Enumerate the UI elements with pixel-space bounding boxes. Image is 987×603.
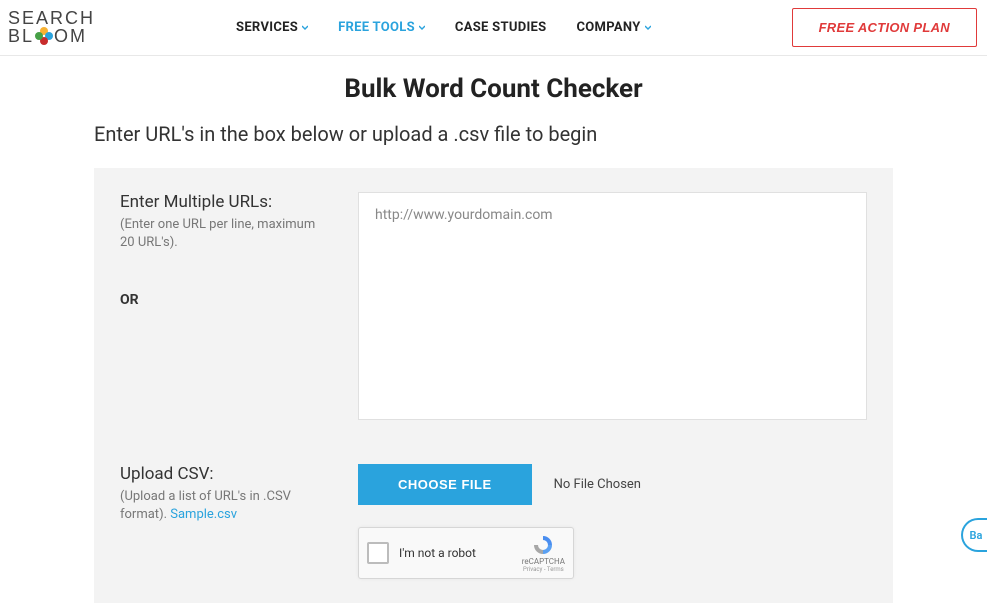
file-status: No File Chosen: [554, 477, 641, 492]
recaptcha-widget[interactable]: I'm not a robot reCAPTCHA Privacy - Term…: [358, 527, 574, 579]
upload-label: Upload CSV:: [120, 464, 320, 484]
form-card: Enter Multiple URLs: (Enter one URL per …: [94, 168, 893, 603]
urls-textarea[interactable]: [358, 192, 867, 420]
free-action-plan-button[interactable]: FREE ACTION PLAN: [792, 8, 977, 47]
logo-part-right: OM: [54, 28, 87, 45]
sample-csv-link[interactable]: Sample.csv: [170, 507, 237, 522]
urls-label-group: Enter Multiple URLs: (Enter one URL per …: [120, 192, 320, 308]
nav-label: CASE STUDIES: [455, 20, 547, 35]
flower-icon: [35, 27, 53, 45]
recaptcha-badge: reCAPTCHA Privacy - Terms: [522, 534, 565, 573]
choose-file-button[interactable]: CHOOSE FILE: [358, 464, 532, 505]
help-bubble[interactable]: Ba: [961, 518, 987, 552]
upload-controls-wrap: CHOOSE FILE No File Chosen I'm not a rob…: [358, 464, 867, 579]
urls-label: Enter Multiple URLs:: [120, 192, 320, 212]
recaptcha-text: I'm not a robot: [399, 546, 512, 560]
nav-label: SERVICES: [236, 20, 298, 35]
nav-label: COMPANY: [576, 20, 640, 35]
chevron-down-icon: [302, 25, 308, 31]
upload-hint: (Upload a list of URL's in .CSV format).…: [120, 488, 320, 524]
urls-hint: (Enter one URL per line, maximum 20 URL'…: [120, 216, 320, 252]
recaptcha-brand: reCAPTCHA: [522, 558, 565, 566]
nav-item-free-tools[interactable]: FREE TOOLS: [338, 20, 425, 35]
nav-item-case-studies[interactable]: CASE STUDIES: [455, 20, 547, 35]
recaptcha-checkbox[interactable]: [367, 542, 389, 564]
urls-input-wrap: [358, 192, 867, 424]
main-nav: SERVICES FREE TOOLS CASE STUDIES COMPANY: [95, 20, 792, 35]
page-title: Bulk Word Count Checker: [94, 74, 893, 104]
recaptcha-icon: [530, 534, 556, 556]
page-subtitle: Enter URL's in the box below or upload a…: [94, 122, 893, 146]
urls-row: Enter Multiple URLs: (Enter one URL per …: [120, 192, 867, 424]
logo[interactable]: SEARCH BL OM: [8, 10, 95, 45]
chevron-down-icon: [419, 25, 425, 31]
nav-label: FREE TOOLS: [338, 20, 415, 35]
upload-label-group: Upload CSV: (Upload a list of URL's in .…: [120, 464, 320, 524]
logo-part-left: BL: [8, 28, 34, 45]
page-body: Bulk Word Count Checker Enter URL's in t…: [0, 56, 987, 603]
logo-line2: BL OM: [8, 27, 95, 45]
header: SEARCH BL OM SERVICES FREE TOOLS CASE ST…: [0, 0, 987, 56]
upload-row: Upload CSV: (Upload a list of URL's in .…: [120, 464, 867, 579]
or-label: OR: [120, 292, 320, 308]
chevron-down-icon: [645, 25, 651, 31]
recaptcha-sub: Privacy - Terms: [522, 566, 565, 573]
nav-item-company[interactable]: COMPANY: [576, 20, 650, 35]
nav-item-services[interactable]: SERVICES: [236, 20, 308, 35]
upload-controls: CHOOSE FILE No File Chosen: [358, 464, 867, 505]
logo-line1: SEARCH: [8, 10, 95, 27]
